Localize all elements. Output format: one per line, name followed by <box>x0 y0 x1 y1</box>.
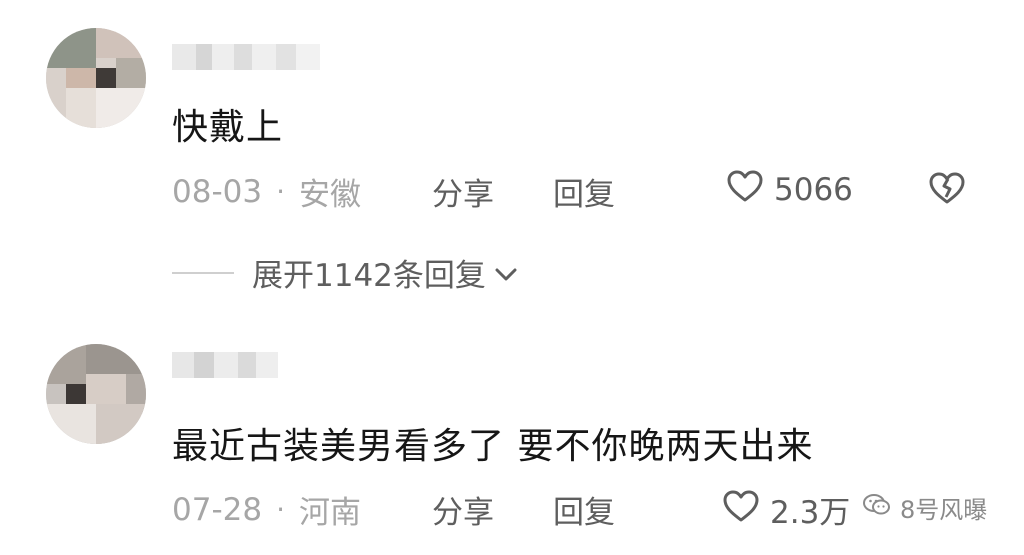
expand-replies-button[interactable]: 展开1142条回复 <box>172 250 518 295</box>
share-button[interactable]: 分享 <box>432 169 494 214</box>
comment-text: 快戴上 <box>172 107 284 148</box>
meta-separator: · <box>276 175 285 208</box>
avatar[interactable] <box>46 344 146 444</box>
comment-item: 快戴上 08-03 · 安徽 分享 回复 5066 展开1142条回复 <box>0 0 1024 300</box>
like-count: 5066 <box>774 172 853 208</box>
comment-date: 07-28 <box>172 491 263 528</box>
dislike-button[interactable] <box>928 171 966 213</box>
username[interactable] <box>172 352 278 378</box>
comment-text: 最近古装美男看多了 要不你晚两天出来 <box>172 426 814 467</box>
wechat-icon <box>862 492 892 524</box>
comment-meta: 08-03 · 安徽 <box>172 169 361 214</box>
comment-date: 08-03 <box>172 173 263 210</box>
comment-meta: 07-28 · 河南 <box>172 487 361 532</box>
like-button[interactable]: 5066 <box>726 169 853 211</box>
comment-location: 安徽 <box>299 177 361 213</box>
username[interactable] <box>172 44 320 70</box>
meta-separator: · <box>276 493 285 526</box>
like-button[interactable]: 2.3万 <box>722 487 850 532</box>
divider-line <box>172 271 234 274</box>
chevron-down-icon <box>494 255 518 291</box>
heart-outline-icon <box>722 489 760 531</box>
reply-button[interactable]: 回复 <box>553 487 615 532</box>
reply-button[interactable]: 回复 <box>553 169 615 214</box>
like-count: 2.3万 <box>770 495 851 531</box>
watermark: 8号风曝 <box>862 490 987 525</box>
heart-outline-icon <box>726 169 764 211</box>
share-button[interactable]: 分享 <box>432 487 494 532</box>
expand-replies-label: 展开1142条回复 <box>252 258 486 294</box>
comment-location: 河南 <box>299 495 361 531</box>
watermark-label: 8号风曝 <box>900 496 988 524</box>
broken-heart-icon <box>928 171 966 213</box>
avatar[interactable] <box>46 28 146 128</box>
